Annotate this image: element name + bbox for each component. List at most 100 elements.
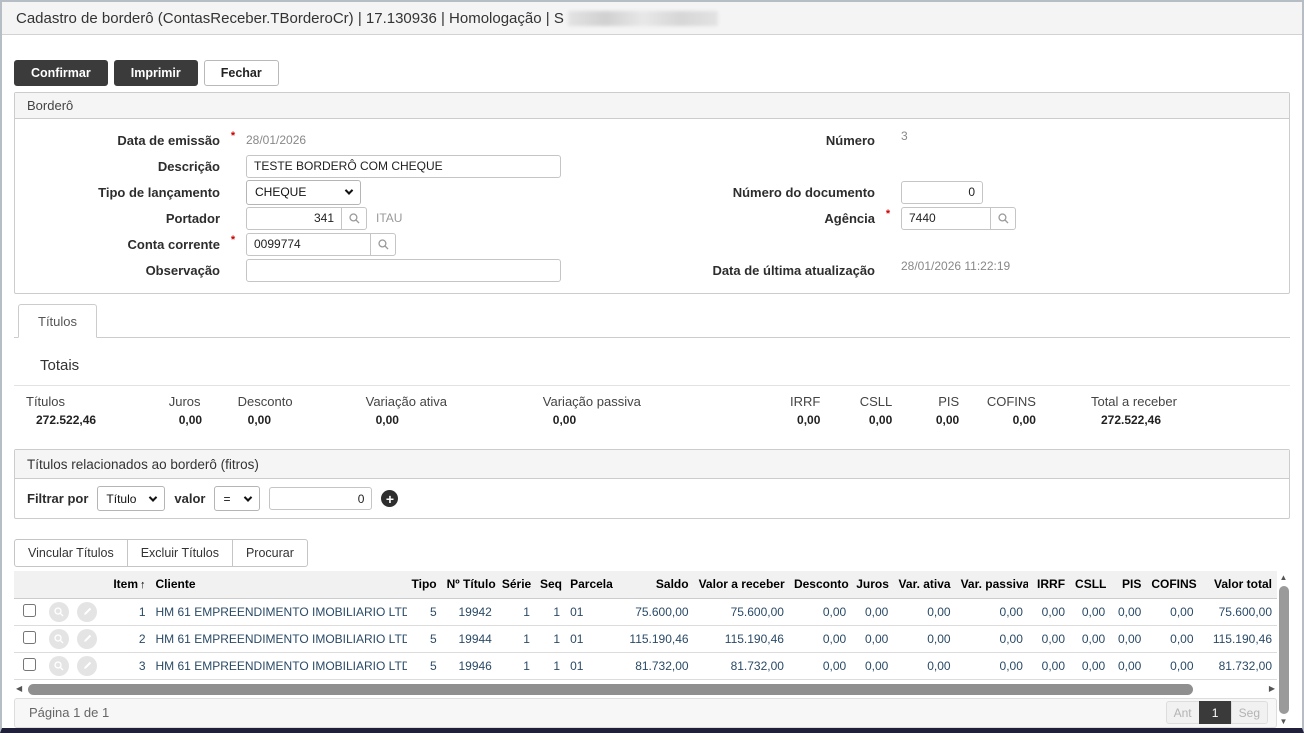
data-emissao-label: Data de emissão — [15, 127, 220, 153]
confirm-button[interactable]: Confirmar — [14, 60, 108, 86]
column-valor-total[interactable]: Valor total — [1199, 571, 1277, 598]
view-row-button[interactable] — [49, 602, 69, 622]
tab-content: Totais Títulos272.522,46 Juros0,00 Desco… — [14, 337, 1290, 728]
vincular-titulos-button[interactable]: Vincular Títulos — [14, 539, 128, 567]
required-asterisk: * — [220, 127, 246, 153]
search-icon — [53, 633, 65, 645]
portador-input[interactable] — [246, 207, 342, 230]
row-checkbox[interactable] — [23, 604, 36, 617]
toolbar: Confirmar Imprimir Fechar — [14, 60, 1290, 86]
column-tipo[interactable]: Tipo — [407, 571, 442, 598]
column-irrf[interactable]: IRRF — [1028, 571, 1070, 598]
scroll-left-icon[interactable]: ◀ — [16, 685, 22, 693]
grid-area: Item↑ Cliente Tipo Nº Título Série Seq P… — [14, 571, 1290, 728]
row-checkbox[interactable] — [23, 658, 36, 671]
row-checkbox[interactable] — [23, 631, 36, 644]
view-row-button[interactable] — [49, 656, 69, 676]
conta-corrente-lookup-button[interactable] — [370, 233, 396, 256]
portador-lookup-button[interactable] — [341, 207, 367, 230]
prev-page-button[interactable]: Ant — [1166, 701, 1200, 724]
table-row: 3 HM 61 EMPREENDIMENTO IMOBILIARIO LTDA … — [14, 652, 1277, 679]
filter-field-select[interactable]: Título — [97, 486, 165, 511]
data-emissao-value: 28/01/2026 — [246, 133, 306, 147]
total-cofins: COFINS0,00 — [959, 394, 1036, 427]
print-button[interactable]: Imprimir — [114, 60, 198, 86]
total-titulos: Títulos272.522,46 — [26, 394, 169, 427]
column-valor-a-receber[interactable]: Valor a receber — [694, 571, 789, 598]
tipo-lancamento-select[interactable]: CHEQUE — [246, 180, 361, 205]
column-desconto[interactable]: Desconto — [789, 571, 851, 598]
close-button[interactable]: Fechar — [204, 60, 279, 86]
totals-title: Totais — [40, 357, 1290, 374]
agencia-input[interactable] — [901, 207, 991, 230]
total-variacao-passiva: Variação passiva0,00 — [543, 394, 750, 427]
column-csll[interactable]: CSLL — [1070, 571, 1110, 598]
observacao-input[interactable] — [246, 259, 561, 282]
conta-corrente-label: Conta corrente — [15, 231, 220, 257]
portador-description: ITAU — [376, 211, 402, 225]
current-page-button[interactable]: 1 — [1199, 701, 1232, 724]
horizontal-scrollbar-thumb[interactable] — [28, 684, 1192, 695]
filter-panel: Títulos relacionados ao borderô (fitros)… — [14, 449, 1290, 519]
conta-corrente-input[interactable] — [246, 233, 371, 256]
filter-operator-select[interactable]: = — [214, 486, 260, 511]
redacted-text — [568, 11, 718, 26]
tipo-lancamento-label: Tipo de lançamento — [15, 179, 220, 205]
column-item[interactable]: Item↑ — [100, 571, 150, 598]
column-seq[interactable]: Seq — [535, 571, 565, 598]
app-window: Cadastro de borderô (ContasReceber.TBord… — [0, 0, 1304, 733]
column-var-ativa[interactable]: Var. ativa — [893, 571, 955, 598]
observacao-label: Observação — [15, 257, 220, 283]
window-title: Cadastro de borderô (ContasReceber.TBord… — [16, 10, 564, 27]
vertical-scrollbar-thumb[interactable] — [1279, 586, 1289, 714]
scroll-down-icon[interactable]: ▼ — [1280, 718, 1288, 726]
tab-bar: Títulos — [14, 304, 1290, 337]
column-juros[interactable]: Juros — [851, 571, 893, 598]
bordero-panel: Borderô Data de emissão * 28/01/2026 Núm… — [14, 92, 1290, 294]
procurar-button[interactable]: Procurar — [232, 539, 308, 567]
column-serie[interactable]: Série — [497, 571, 535, 598]
filter-value-input[interactable] — [269, 487, 372, 510]
chevron-down-icon — [149, 493, 157, 501]
portador-label: Portador — [15, 205, 220, 231]
required-asterisk: * — [875, 205, 901, 231]
edit-row-button[interactable] — [77, 629, 97, 649]
edit-row-button[interactable] — [77, 656, 97, 676]
grid-toolbar: Vincular Títulos Excluir Títulos Procura… — [14, 539, 1290, 567]
filter-by-label: Filtrar por — [27, 491, 88, 506]
scroll-right-icon[interactable]: ▶ — [1269, 685, 1275, 693]
column-pis[interactable]: PIS — [1110, 571, 1146, 598]
table-row: 1 HM 61 EMPREENDIMENTO IMOBILIARIO LTDA … — [14, 598, 1277, 625]
column-cofins[interactable]: COFINS — [1146, 571, 1198, 598]
agencia-label: Agência — [671, 205, 875, 231]
column-cliente[interactable]: Cliente — [151, 571, 407, 598]
numero-value: 3 — [901, 129, 908, 143]
scroll-up-icon[interactable]: ▲ — [1280, 574, 1288, 582]
column-parcela[interactable]: Parcela — [565, 571, 613, 598]
numero-label: Número — [671, 127, 875, 153]
tab-titulos[interactable]: Títulos — [18, 304, 97, 338]
descricao-input[interactable] — [246, 155, 561, 178]
column-var-passiva[interactable]: Var. passiva — [956, 571, 1028, 598]
excluir-titulos-button[interactable]: Excluir Títulos — [127, 539, 233, 567]
edit-row-button[interactable] — [77, 602, 97, 622]
column-saldo[interactable]: Saldo — [613, 571, 693, 598]
sort-asc-icon: ↑ — [140, 579, 146, 591]
add-filter-icon[interactable]: + — [381, 490, 398, 507]
column-no-titulo[interactable]: Nº Título — [442, 571, 497, 598]
ultima-atualizacao-value: 28/01/2026 11:22:19 — [901, 259, 1010, 273]
chevron-down-icon — [244, 493, 252, 501]
search-icon — [377, 238, 390, 251]
main-content: Confirmar Imprimir Fechar Borderô Data d… — [2, 60, 1302, 728]
filter-panel-title: Títulos relacionados ao borderô (fitros) — [15, 450, 1289, 479]
numero-documento-input[interactable] — [901, 181, 983, 204]
pencil-icon — [82, 606, 93, 617]
numero-documento-label: Número do documento — [671, 179, 875, 205]
horizontal-scrollbar[interactable]: ◀ ▶ — [14, 683, 1277, 696]
total-a-receber: Total a receber272.522,46 — [1091, 394, 1278, 427]
view-row-button[interactable] — [49, 629, 69, 649]
next-page-button[interactable]: Seg — [1231, 701, 1268, 724]
pagination-bar: Página 1 de 1 Ant 1 Seg — [14, 698, 1277, 728]
agencia-lookup-button[interactable] — [990, 207, 1016, 230]
vertical-scrollbar[interactable]: ▲ ▼ — [1277, 571, 1290, 728]
